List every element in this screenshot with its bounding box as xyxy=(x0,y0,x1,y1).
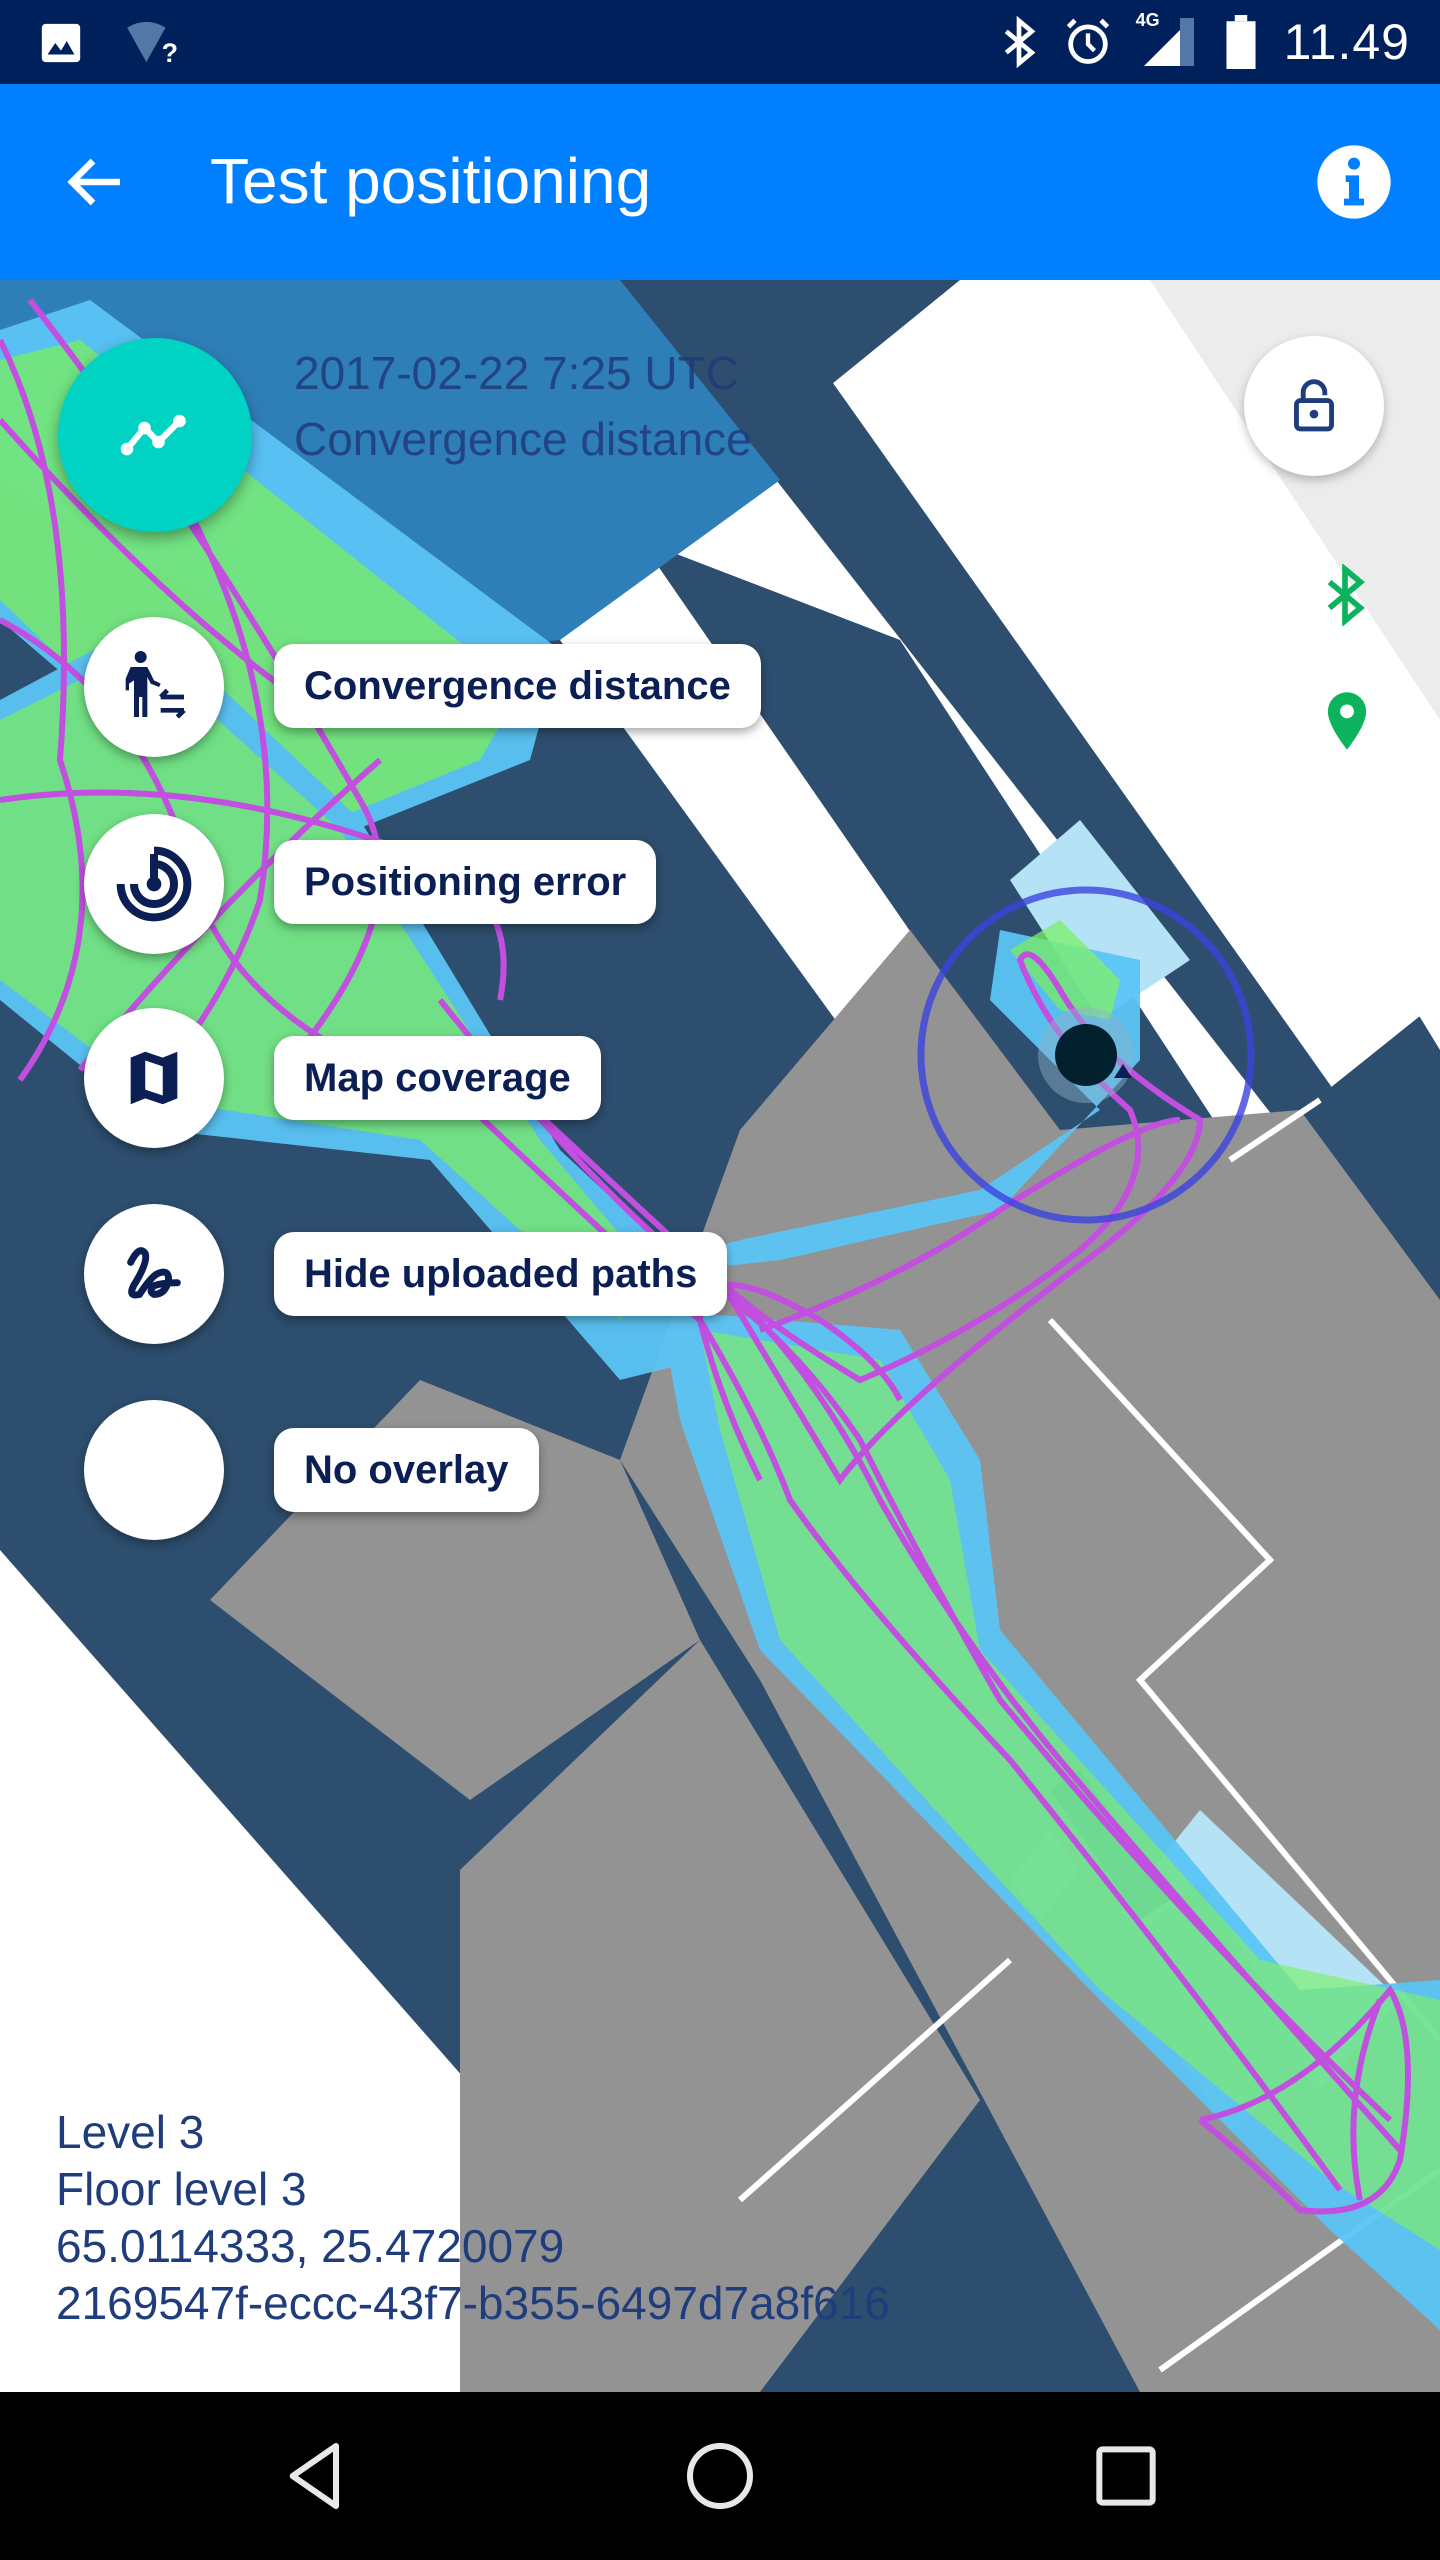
no-overlay-label[interactable]: No overlay xyxy=(274,1428,539,1512)
overlay-menu-fab[interactable] xyxy=(58,338,252,532)
nav-back-icon xyxy=(289,2443,339,2509)
info-button[interactable] xyxy=(1314,142,1394,222)
positioning-error-button[interactable] xyxy=(84,814,224,954)
svg-text:?: ? xyxy=(162,38,178,66)
nav-home-button[interactable] xyxy=(680,2436,760,2516)
nav-home-icon xyxy=(687,2443,753,2509)
current-position-dot xyxy=(1055,1024,1117,1086)
signal-4g-icon: 4G xyxy=(1136,10,1198,70)
floor-level: Floor level 3 xyxy=(56,2163,307,2215)
map-coverage-label[interactable]: Map coverage xyxy=(274,1036,601,1120)
location-info: Level 3 Floor level 3 65.0114333, 25.472… xyxy=(56,2104,890,2332)
timeline-icon xyxy=(120,414,186,456)
hide-uploaded-paths-button[interactable] xyxy=(84,1204,224,1344)
system-nav-bar xyxy=(0,2392,1440,2560)
lock-map-button[interactable] xyxy=(1244,336,1384,476)
positioning-error-label[interactable]: Positioning error xyxy=(274,840,657,924)
nav-back-button[interactable] xyxy=(276,2436,356,2516)
overlay-header: 2017-02-22 7:25 UTC Convergence distance xyxy=(294,340,752,472)
convergence-distance-button[interactable] xyxy=(84,617,224,757)
target-icon xyxy=(116,846,192,922)
page-title: Test positioning xyxy=(210,145,652,217)
location-status-icon xyxy=(1327,692,1367,750)
no-overlay-button[interactable] xyxy=(84,1400,224,1540)
building-id: 2169547f-eccc-43f7-b355-6497d7a8f616 xyxy=(56,2277,890,2329)
lock-open-icon xyxy=(1294,379,1334,432)
app-bar: Test positioning xyxy=(0,84,1440,280)
nav-recents-button[interactable] xyxy=(1086,2436,1166,2516)
wifi-unknown-icon: ? xyxy=(127,21,178,66)
image-notification-icon xyxy=(41,23,81,63)
overlay-name: Convergence distance xyxy=(294,413,752,465)
status-bar: ? 4G 11.49 xyxy=(0,0,1440,84)
overlay-timestamp: 2017-02-22 7:25 UTC xyxy=(294,347,739,399)
hide-uploaded-paths-label[interactable]: Hide uploaded paths xyxy=(274,1232,728,1316)
map-canvas[interactable] xyxy=(0,280,1440,2392)
alarm-icon xyxy=(1066,18,1109,64)
clock: 11.49 xyxy=(1283,14,1410,70)
coordinates: 65.0114333, 25.4720079 xyxy=(56,2220,565,2272)
level-name: Level 3 xyxy=(56,2106,205,2158)
info-icon xyxy=(1317,145,1391,219)
battery-icon xyxy=(1226,15,1256,69)
map-icon xyxy=(130,1051,178,1105)
bluetooth-status-icon xyxy=(1327,564,1365,626)
map-coverage-button[interactable] xyxy=(84,1008,224,1148)
bluetooth-icon xyxy=(1004,16,1035,68)
arrow-back-icon xyxy=(67,158,120,206)
nav-recents-icon xyxy=(1096,2446,1156,2506)
convergence-distance-label[interactable]: Convergence distance xyxy=(274,644,761,728)
walking-person-arrows-icon xyxy=(125,651,186,719)
squiggle-path-icon xyxy=(127,1247,181,1299)
floor-map[interactable] xyxy=(0,280,1440,2392)
back-button[interactable] xyxy=(60,146,132,218)
